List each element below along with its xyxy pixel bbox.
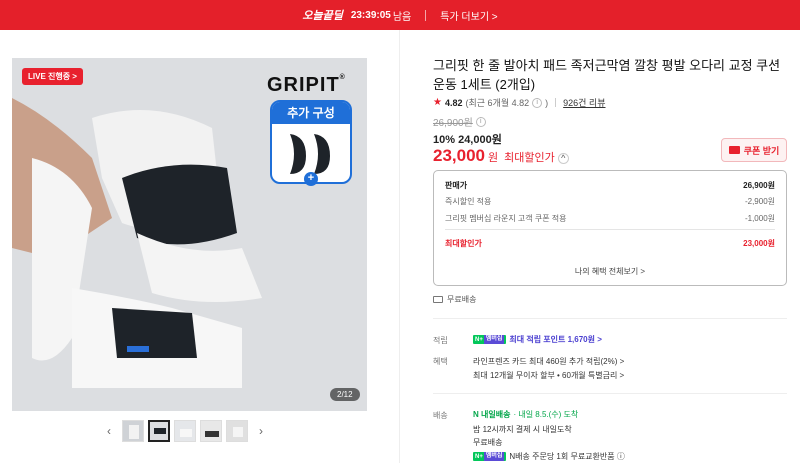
column-divider <box>399 30 400 463</box>
price-breakdown: 판매가 26,900원 즉시할인 적용 -2,900원 그리핏 멤버십 라운지 … <box>433 170 787 286</box>
add-on-card-title: 추가 구성 <box>272 102 350 124</box>
section-divider <box>433 318 787 319</box>
more-deals-link[interactable]: 특가 더보기 > <box>440 8 497 23</box>
npay-membership-badge: N+ 멤버십 <box>473 452 507 461</box>
reviews-link[interactable]: 926건 리뷰 <box>563 96 605 109</box>
deal-remain-label: 남음 <box>392 11 412 23</box>
chevron-left-icon[interactable]: ‹ <box>100 424 118 438</box>
coupon-button-label: 쿠폰 받기 <box>743 145 780 156</box>
price-info-icon[interactable]: i <box>475 116 486 127</box>
registered-mark: ® <box>339 74 346 81</box>
price-row-member-coupon: 그리핏 멤버십 라운지 고객 쿠폰 적용 -1,000원 <box>445 213 775 224</box>
delivery-label: 배송 <box>433 411 448 420</box>
tomorrow-delivery-badge: N 내일배송 <box>473 410 511 419</box>
npay-badge-n: N+ <box>475 453 483 460</box>
price-row-instant-discount: 즉시할인 적용 -2,900원 <box>445 196 775 207</box>
banner-divider <box>425 9 427 21</box>
final-price-label: 최대할인가 <box>504 152 555 164</box>
benefit-installment-link[interactable]: 최대 12개월 무이자 할부 • 60개월 특별금리 > <box>473 370 624 381</box>
deal-timer: 23:39:05 <box>350 9 391 21</box>
rating-detail: (최근 6개월 4.82 <box>465 98 530 108</box>
npay-badge-member: 멤버십 <box>483 452 505 461</box>
rating-detail-close: ) <box>545 97 549 108</box>
price-row-value: 23,000원 <box>743 239 775 248</box>
thumbnail-5[interactable] <box>226 420 248 442</box>
price-row-value: -1,000원 <box>744 214 775 223</box>
free-return-text: N배송 주문당 1회 무료교환반품 ⓘ <box>509 452 625 461</box>
thumbnail-4[interactable] <box>200 420 222 442</box>
all-benefits-link[interactable]: 나의 혜택 전체보기 > <box>434 266 786 277</box>
price-row-label: 즉시할인 적용 <box>445 197 492 206</box>
free-shipping-label: 무료배송 <box>447 295 477 304</box>
points-label: 적립 <box>433 336 448 345</box>
free-shipping-row: 무료배송 <box>433 294 476 305</box>
rating-row: ★ 4.82 (최근 6개월 4.82 i ) 926건 리뷰 <box>433 96 606 109</box>
live-badge[interactable]: LIVE 진행중 > <box>22 68 83 85</box>
delivery-cutoff: 밤 12시까지 결제 시 내일도착 <box>473 425 572 434</box>
price-row-max-discount: 최대할인가 23,000원 <box>445 238 775 249</box>
free-return-row[interactable]: N+ 멤버십 N배송 주문당 1회 무료교환반품 ⓘ <box>473 451 625 462</box>
rating-divider <box>555 98 557 107</box>
deal-brand: 오늘끝딜 <box>302 10 343 22</box>
delivery-arrival-row: N 내일배송 · 내일 8.5.(수) 도착 <box>473 409 578 420</box>
price-row-label: 판매가 <box>445 181 468 190</box>
points-row[interactable]: N+ 멤버십 최대 적립 포인트 1,670원 > <box>473 334 602 345</box>
product-main-image[interactable]: LIVE 진행중 > GRIPIT® 추가 구성 + 2/12 <box>12 58 367 411</box>
brand-logo-text: GRIPIT <box>267 74 340 96</box>
live-badge-label: LIVE 진행중 > <box>28 72 77 81</box>
deal-banner: 오늘끝딜 23:39:05 남음 특가 더보기 > <box>0 0 800 30</box>
original-price: 26,900원 <box>433 118 473 129</box>
thumbnail-3[interactable] <box>174 420 196 442</box>
price-row-label: 최대할인가 <box>445 239 482 248</box>
delivery-free: 무료배송 <box>473 438 503 447</box>
product-title: 그리핏 한 줄 발아치 패드 족저근막염 깔창 평발 오다리 교정 쿠션 운동 … <box>433 58 781 92</box>
final-price-unit: 원 <box>488 152 499 164</box>
price-row-sale: 판매가 26,900원 <box>445 180 775 191</box>
section-divider <box>433 393 787 394</box>
final-price-row: 23,000 원 최대할인가 ^ <box>433 146 569 166</box>
discount-price: 10% 24,000원 <box>433 134 502 146</box>
info-icon[interactable]: i <box>532 97 543 108</box>
rating-score: 4.82 <box>444 97 463 108</box>
thumbnail-strip: ‹ › <box>100 420 270 442</box>
delivery-arrival: · 내일 8.5.(수) 도착 <box>513 410 579 419</box>
npay-membership-badge: N+ 멤버십 <box>473 335 507 344</box>
chevron-up-icon[interactable]: ^ <box>557 153 569 164</box>
price-box-divider <box>445 229 775 230</box>
npay-badge-member: 멤버십 <box>483 335 505 344</box>
brand-logo: GRIPIT® <box>267 74 346 97</box>
price-row-value: 26,900원 <box>743 181 775 190</box>
thumbnail-1[interactable] <box>122 420 144 442</box>
plus-icon: + <box>304 172 318 186</box>
image-page-indicator: 2/12 <box>330 388 360 401</box>
star-icon: ★ <box>433 97 442 108</box>
final-price: 23,000 <box>433 146 485 165</box>
truck-icon <box>433 296 443 303</box>
points-text: 최대 적립 포인트 1,670원 > <box>509 335 602 344</box>
benefits-label: 혜택 <box>433 357 448 366</box>
chevron-right-icon[interactable]: › <box>252 424 270 438</box>
price-row-value: -2,900원 <box>744 197 775 206</box>
coupon-icon <box>728 146 740 154</box>
coupon-button[interactable]: 쿠폰 받기 <box>721 138 787 162</box>
original-price-row: 26,900원 i <box>433 114 486 129</box>
npay-badge-n: N+ <box>475 336 483 343</box>
benefit-card-link[interactable]: 라인프렌즈 카드 최대 460원 추가 적립(2%) > <box>473 356 624 367</box>
price-row-label: 그리핏 멤버십 라운지 고객 쿠폰 적용 <box>445 214 567 223</box>
thumbnail-2[interactable] <box>148 420 170 442</box>
